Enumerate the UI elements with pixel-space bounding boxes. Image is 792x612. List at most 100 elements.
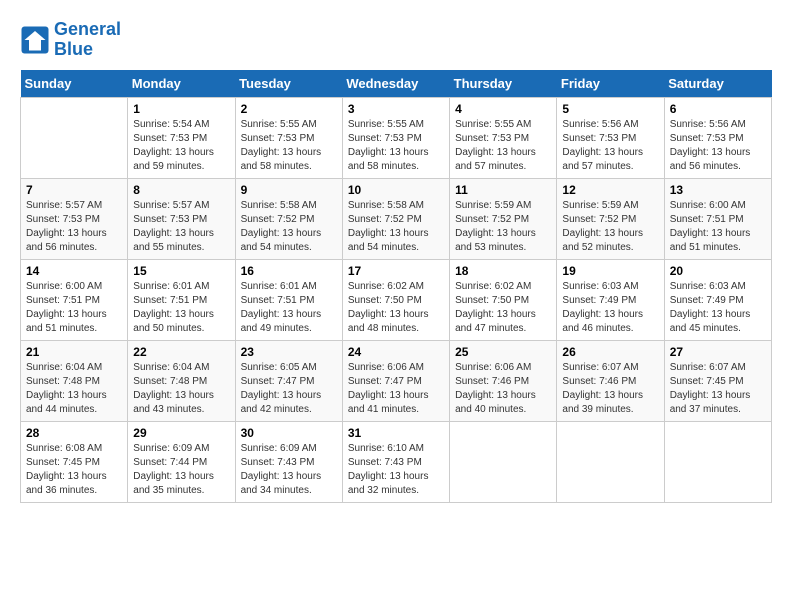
calendar-cell: 15Sunrise: 6:01 AM Sunset: 7:51 PM Dayli… (128, 259, 235, 340)
calendar-cell: 29 Sunrise: 6:09 AM Sunset: 7:44 PM Dayli… (128, 421, 235, 502)
day-number: 14 (26, 264, 122, 278)
col-header-friday: Friday (557, 70, 664, 98)
day-info: Sunrise: 6:06 AM Sunset: 7:47 PM Dayligh… (348, 361, 444, 417)
day-number: 12 (562, 183, 658, 197)
page-header: General Blue (20, 20, 772, 60)
day-info: Sunrise: 5:59 AM Sunset: 7:52 PM Dayligh… (562, 199, 658, 255)
day-number: 29 (133, 426, 229, 440)
week-row-4: 21 Sunrise: 6:04 AM Sunset: 7:48 PM Dayli… (21, 340, 772, 421)
day-info: Sunrise: 6:09 AM Sunset: 7:44 PM Dayligh… (133, 442, 229, 498)
day-number: 27 (670, 345, 766, 359)
day-number: 16 (241, 264, 337, 278)
calendar-cell: 3 Sunrise: 5:55 AM Sunset: 7:53 PM Daylig… (342, 97, 449, 178)
day-info: Sunrise: 5:56 AM Sunset: 7:53 PM Dayligh… (562, 118, 658, 174)
day-info: Sunrise: 6:06 AM Sunset: 7:46 PM Dayligh… (455, 361, 551, 417)
day-info: Sunrise: 6:00 AM Sunset: 7:51 PM Dayligh… (670, 199, 766, 255)
day-number: 3 (348, 102, 444, 116)
day-info: Sunrise: 6:10 AM Sunset: 7:43 PM Dayligh… (348, 442, 444, 498)
col-header-wednesday: Wednesday (342, 70, 449, 98)
day-info: Sunrise: 6:05 AM Sunset: 7:47 PM Dayligh… (241, 361, 337, 417)
day-number: 26 (562, 345, 658, 359)
calendar-cell (664, 421, 771, 502)
calendar-cell: 22 Sunrise: 6:04 AM Sunset: 7:48 PM Dayli… (128, 340, 235, 421)
col-header-sunday: Sunday (21, 70, 128, 98)
calendar-cell: 2 Sunrise: 5:55 AM Sunset: 7:53 PM Daylig… (235, 97, 342, 178)
day-info: Sunrise: 5:57 AM Sunset: 7:53 PM Dayligh… (26, 199, 122, 255)
day-info: Sunrise: 5:55 AM Sunset: 7:53 PM Dayligh… (241, 118, 337, 174)
day-info: Sunrise: 6:08 AM Sunset: 7:45 PM Dayligh… (26, 442, 122, 498)
day-number: 13 (670, 183, 766, 197)
calendar-cell: 28 Sunrise: 6:08 AM Sunset: 7:45 PM Dayli… (21, 421, 128, 502)
day-number: 9 (241, 183, 337, 197)
day-info: Sunrise: 5:55 AM Sunset: 7:53 PM Dayligh… (455, 118, 551, 174)
day-number: 25 (455, 345, 551, 359)
calendar-cell: 6 Sunrise: 5:56 AM Sunset: 7:53 PM Daylig… (664, 97, 771, 178)
logo-text: General Blue (54, 20, 121, 60)
calendar-cell: 14 Sunrise: 6:00 AM Sunset: 7:51 PM Dayli… (21, 259, 128, 340)
day-info: Sunrise: 6:02 AM Sunset: 7:50 PM Dayligh… (348, 280, 444, 336)
calendar-cell: 31 Sunrise: 6:10 AM Sunset: 7:43 PM Dayli… (342, 421, 449, 502)
day-info: Sunrise: 6:07 AM Sunset: 7:46 PM Dayligh… (562, 361, 658, 417)
logo: General Blue (20, 20, 121, 60)
day-number: 10 (348, 183, 444, 197)
calendar-cell: 12 Sunrise: 5:59 AM Sunset: 7:52 PM Dayli… (557, 178, 664, 259)
day-info: Sunrise: 5:55 AM Sunset: 7:53 PM Dayligh… (348, 118, 444, 174)
day-info: Sunrise: 5:58 AM Sunset: 7:52 PM Dayligh… (241, 199, 337, 255)
calendar-cell: 1 Sunrise: 5:54 AM Sunset: 7:53 PM Daylig… (128, 97, 235, 178)
day-info: Sunrise: 6:07 AM Sunset: 7:45 PM Dayligh… (670, 361, 766, 417)
calendar-cell: 21Sunrise: 6:04 AM Sunset: 7:48 PM Dayli… (21, 340, 128, 421)
day-number: 21 (26, 345, 122, 359)
day-number: 8 (133, 183, 229, 197)
day-number: 23 (241, 345, 337, 359)
calendar-cell: 25 Sunrise: 6:06 AM Sunset: 7:46 PM Dayli… (450, 340, 557, 421)
day-info: Sunrise: 5:56 AM Sunset: 7:53 PM Dayligh… (670, 118, 766, 174)
calendar-cell: 24 Sunrise: 6:06 AM Sunset: 7:47 PM Dayli… (342, 340, 449, 421)
calendar-cell: 27 Sunrise: 6:07 AM Sunset: 7:45 PM Dayli… (664, 340, 771, 421)
day-number: 11 (455, 183, 551, 197)
day-number: 20 (670, 264, 766, 278)
day-number: 7 (26, 183, 122, 197)
day-info: Sunrise: 6:03 AM Sunset: 7:49 PM Dayligh… (562, 280, 658, 336)
week-row-2: 7 Sunrise: 5:57 AM Sunset: 7:53 PM Daylig… (21, 178, 772, 259)
calendar-cell: 26 Sunrise: 6:07 AM Sunset: 7:46 PM Dayli… (557, 340, 664, 421)
calendar-cell (557, 421, 664, 502)
calendar-table: SundayMondayTuesdayWednesdayThursdayFrid… (20, 70, 772, 503)
calendar-cell: 19Sunrise: 6:03 AM Sunset: 7:49 PM Dayli… (557, 259, 664, 340)
calendar-cell: 16 Sunrise: 6:01 AM Sunset: 7:51 PM Dayli… (235, 259, 342, 340)
day-number: 28 (26, 426, 122, 440)
day-info: Sunrise: 6:04 AM Sunset: 7:48 PM Dayligh… (133, 361, 229, 417)
calendar-cell: 9 Sunrise: 5:58 AM Sunset: 7:52 PM Daylig… (235, 178, 342, 259)
day-info: Sunrise: 6:09 AM Sunset: 7:43 PM Dayligh… (241, 442, 337, 498)
calendar-cell: 30Sunrise: 6:09 AM Sunset: 7:43 PM Dayli… (235, 421, 342, 502)
week-row-5: 28 Sunrise: 6:08 AM Sunset: 7:45 PM Dayli… (21, 421, 772, 502)
day-info: Sunrise: 5:57 AM Sunset: 7:53 PM Dayligh… (133, 199, 229, 255)
day-number: 18 (455, 264, 551, 278)
day-number: 1 (133, 102, 229, 116)
calendar-cell: 10 Sunrise: 5:58 AM Sunset: 7:52 PM Dayli… (342, 178, 449, 259)
day-info: Sunrise: 5:58 AM Sunset: 7:52 PM Dayligh… (348, 199, 444, 255)
day-info: Sunrise: 6:00 AM Sunset: 7:51 PM Dayligh… (26, 280, 122, 336)
day-number: 31 (348, 426, 444, 440)
day-info: Sunrise: 6:01 AM Sunset: 7:51 PM Dayligh… (133, 280, 229, 336)
logo-icon (20, 25, 50, 55)
day-number: 6 (670, 102, 766, 116)
day-number: 24 (348, 345, 444, 359)
calendar-cell: 13 Sunrise: 6:00 AM Sunset: 7:51 PM Dayli… (664, 178, 771, 259)
calendar-cell: 8 Sunrise: 5:57 AM Sunset: 7:53 PM Daylig… (128, 178, 235, 259)
col-header-monday: Monday (128, 70, 235, 98)
col-header-tuesday: Tuesday (235, 70, 342, 98)
day-number: 2 (241, 102, 337, 116)
calendar-cell: 4Sunrise: 5:55 AM Sunset: 7:53 PM Daylig… (450, 97, 557, 178)
calendar-cell: 18Sunrise: 6:02 AM Sunset: 7:50 PM Dayli… (450, 259, 557, 340)
day-info: Sunrise: 5:54 AM Sunset: 7:53 PM Dayligh… (133, 118, 229, 174)
calendar-cell: 23 Sunrise: 6:05 AM Sunset: 7:47 PM Dayli… (235, 340, 342, 421)
calendar-cell: 17Sunrise: 6:02 AM Sunset: 7:50 PM Dayli… (342, 259, 449, 340)
calendar-cell: 20Sunrise: 6:03 AM Sunset: 7:49 PM Dayli… (664, 259, 771, 340)
day-number: 22 (133, 345, 229, 359)
col-header-saturday: Saturday (664, 70, 771, 98)
calendar-header-row: SundayMondayTuesdayWednesdayThursdayFrid… (21, 70, 772, 98)
day-info: Sunrise: 5:59 AM Sunset: 7:52 PM Dayligh… (455, 199, 551, 255)
day-number: 5 (562, 102, 658, 116)
day-info: Sunrise: 6:01 AM Sunset: 7:51 PM Dayligh… (241, 280, 337, 336)
week-row-3: 14 Sunrise: 6:00 AM Sunset: 7:51 PM Dayli… (21, 259, 772, 340)
